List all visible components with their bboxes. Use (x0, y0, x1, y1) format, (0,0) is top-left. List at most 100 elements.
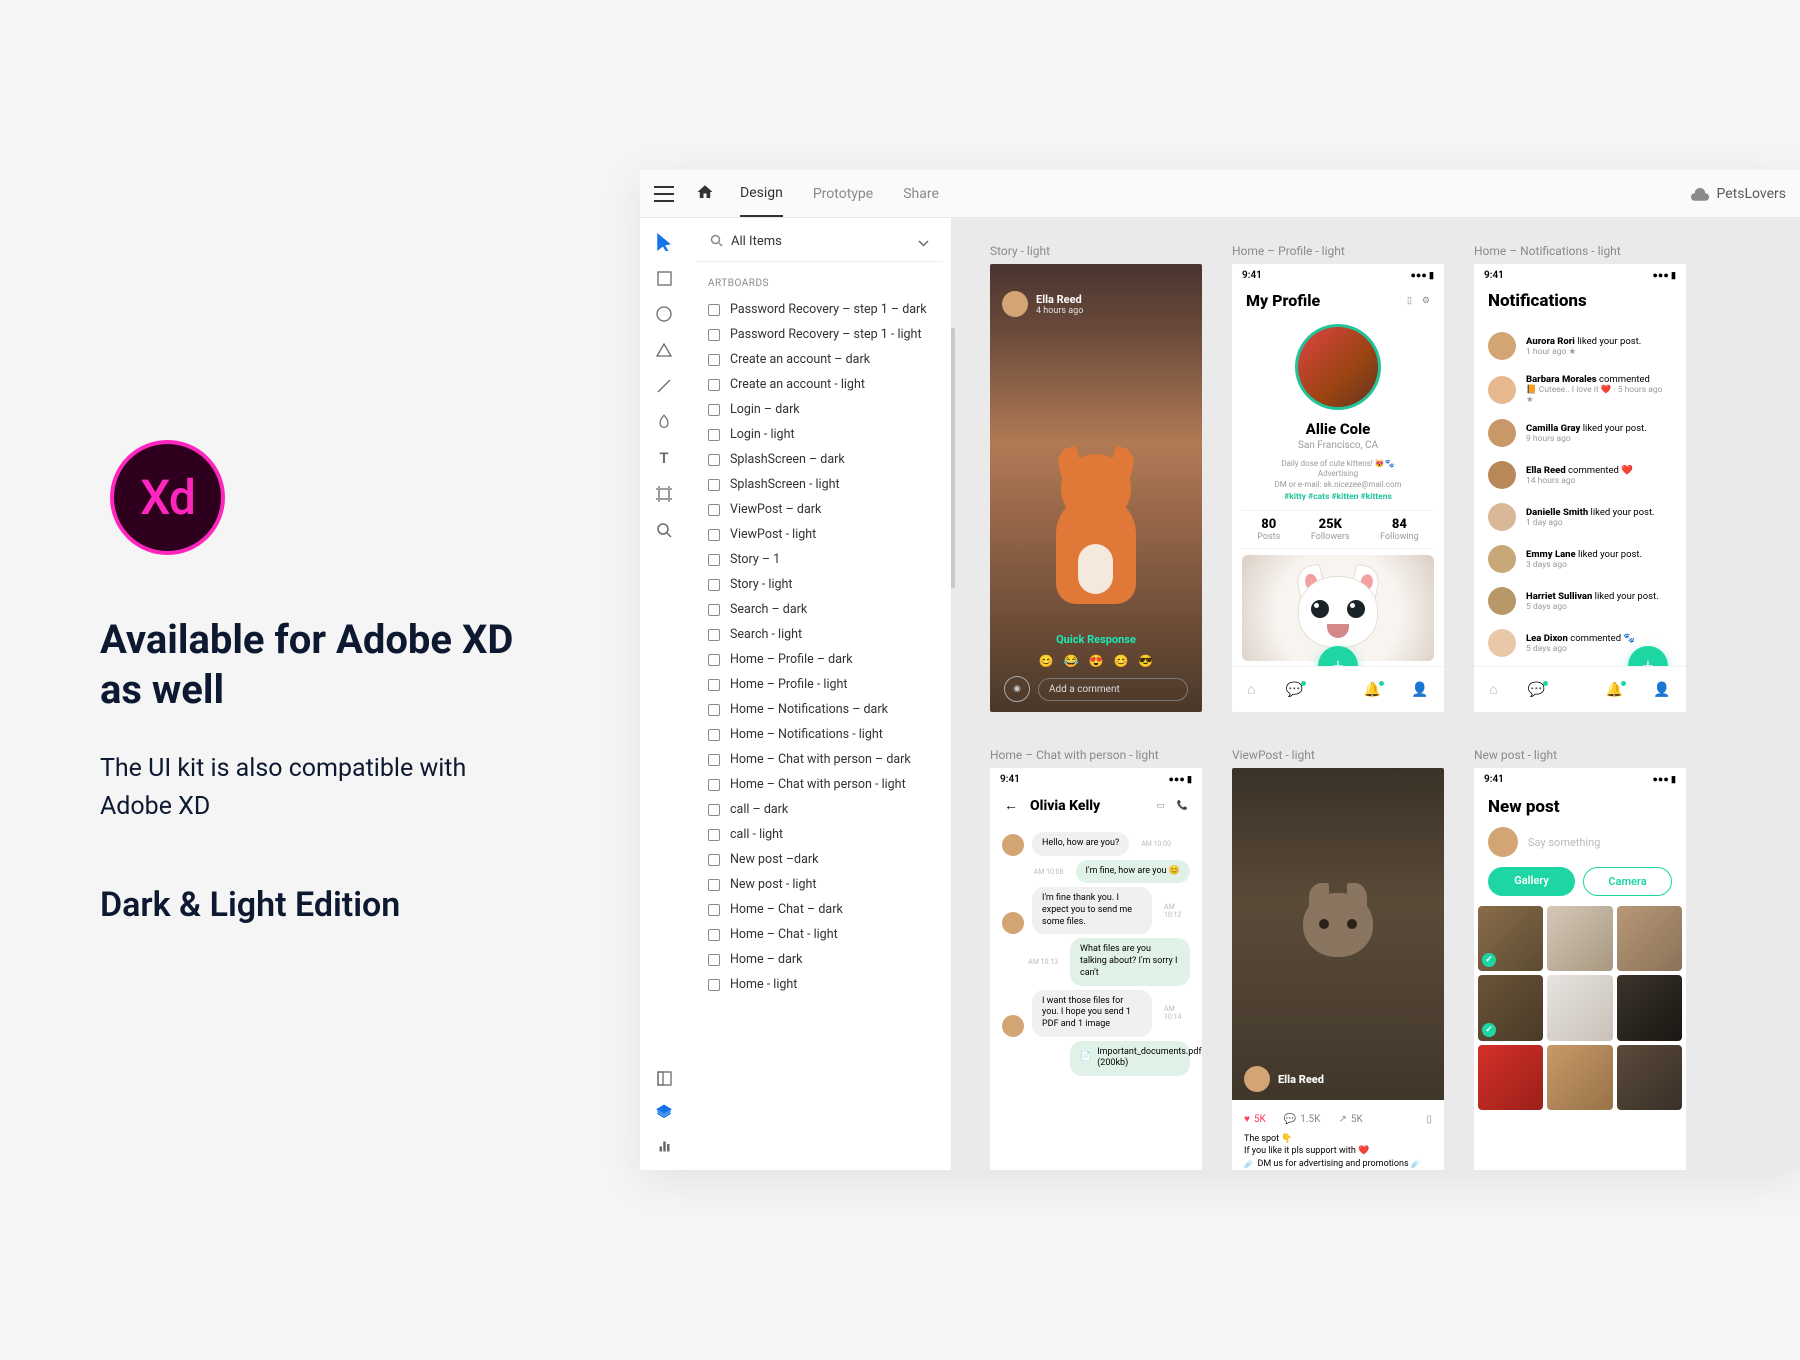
back-icon[interactable]: ← (1004, 797, 1018, 814)
artboard-chat-light[interactable]: Home – Chat with person - light 9:41●●● … (990, 748, 1202, 1170)
stat-posts[interactable]: 80Posts (1257, 517, 1280, 542)
artboard-layer-item[interactable]: SplashScreen – dark (688, 447, 951, 472)
tab-camera[interactable]: Camera (1583, 867, 1672, 896)
nav-home-icon[interactable]: ⌂ (1489, 681, 1497, 698)
settings-icon[interactable]: ⚙ (1422, 296, 1430, 306)
artboard-layer-item[interactable]: Home – Profile - light (688, 672, 951, 697)
message-in[interactable]: Hello, how are you?AM 10:00 (1002, 832, 1190, 856)
artboard-layer-item[interactable]: Home – Chat – dark (688, 897, 951, 922)
artboard-viewpost-light[interactable]: ViewPost - light 9:41●●● ▮ Ella Reed (1232, 748, 1444, 1170)
artboard-layer-item[interactable]: Home – Chat with person - light (688, 772, 951, 797)
share-button[interactable]: ↗ 5K (1338, 1114, 1362, 1125)
message-out[interactable]: AM 10:08I'm fine, how are you 😊 (1002, 860, 1190, 884)
message-in[interactable]: I'm fine thank you. I expect you to send… (1002, 887, 1190, 934)
message-file[interactable]: 📄Important_documents.pdf (200kb)⬇ (1002, 1041, 1190, 1076)
artboard-layer-item[interactable]: call – dark (688, 797, 951, 822)
camera-icon[interactable]: ◉ (1004, 676, 1030, 702)
emoji-reactions[interactable]: 😊😂😍😊😎 (1039, 654, 1154, 668)
file-name[interactable]: PetsLovers (1691, 186, 1786, 202)
stat-followers[interactable]: 25KFollowers (1311, 517, 1350, 542)
tab-share[interactable]: Share (903, 172, 939, 216)
artboard-layer-item[interactable]: New post –dark (688, 847, 951, 872)
gallery-thumb[interactable]: ✓ (1478, 975, 1543, 1040)
gallery-thumb[interactable] (1547, 906, 1612, 971)
artboard-layer-item[interactable]: Create an account - light (688, 372, 951, 397)
artboard-layer-item[interactable]: Home – Chat with person – dark (688, 747, 951, 772)
polygon-tool-icon[interactable] (654, 340, 674, 360)
pen-tool-icon[interactable] (654, 412, 674, 432)
scroll-thumb[interactable] (951, 328, 955, 588)
notification-item[interactable]: Camilla Gray liked your post.9 hours ago (1474, 412, 1686, 454)
ellipse-tool-icon[interactable] (654, 304, 674, 324)
profile-hashtags[interactable]: #kitty #cats #kitten #kittens (1232, 492, 1444, 502)
text-tool-icon[interactable]: T (654, 448, 674, 468)
artboard-layer-item[interactable]: Password Recovery – step 1 – dark (688, 297, 951, 322)
artboard-layer-item[interactable]: Story – 1 (688, 547, 951, 572)
notification-item[interactable]: Emmy Lane liked your post.3 days ago (1474, 538, 1686, 580)
artboard-layer-item[interactable]: Home – Notifications - light (688, 722, 951, 747)
post-input[interactable]: Say something (1528, 836, 1600, 849)
bookmark-button[interactable]: ▯ (1426, 1114, 1432, 1125)
artboard-layer-item[interactable]: Home - light (688, 972, 951, 997)
tab-gallery[interactable]: Gallery (1488, 867, 1575, 896)
gallery-thumb[interactable] (1478, 1045, 1543, 1110)
tab-prototype[interactable]: Prototype (813, 172, 873, 216)
nav-bell-icon[interactable]: 🔔 (1606, 682, 1623, 698)
notification-item[interactable]: Ella Reed commented ❤️14 hours ago (1474, 454, 1686, 496)
nav-chat-icon[interactable]: 💬 (1528, 682, 1545, 698)
assets-panel-icon[interactable] (654, 1068, 674, 1088)
nav-profile-icon[interactable]: 👤 (1411, 682, 1428, 698)
like-button[interactable]: ♥ 5K (1244, 1114, 1266, 1125)
post-author-avatar[interactable] (1244, 1066, 1270, 1092)
video-call-icon[interactable]: ▭ (1156, 801, 1165, 811)
layers-panel-icon[interactable] (654, 1102, 674, 1122)
artboard-layer-item[interactable]: Login – dark (688, 397, 951, 422)
hamburger-icon[interactable] (654, 186, 674, 202)
artboard-layer-item[interactable]: ViewPost – dark (688, 497, 951, 522)
artboard-newpost-light[interactable]: New post - light 9:41●●● ▮ New post Say … (1474, 748, 1686, 1170)
artboard-layer-item[interactable]: Search – dark (688, 597, 951, 622)
artboard-layer-item[interactable]: New post - light (688, 872, 951, 897)
stat-following[interactable]: 84Following (1380, 517, 1419, 542)
plugins-panel-icon[interactable] (654, 1136, 674, 1156)
bookmark-icon[interactable]: ▯ (1407, 296, 1412, 306)
comment-input[interactable]: Add a comment (1038, 678, 1188, 701)
gallery-thumb[interactable] (1547, 975, 1612, 1040)
line-tool-icon[interactable] (654, 376, 674, 396)
artboard-layer-item[interactable]: Home – dark (688, 947, 951, 972)
comment-button[interactable]: 💬 1.5K (1284, 1114, 1321, 1125)
artboard-layer-item[interactable]: SplashScreen - light (688, 472, 951, 497)
gallery-thumb[interactable] (1617, 1045, 1682, 1110)
artboard-layer-item[interactable]: call - light (688, 822, 951, 847)
nav-profile-icon[interactable]: 👤 (1653, 682, 1670, 698)
notification-item[interactable]: Aurora Rori liked your post.1 hour ago ★ (1474, 325, 1686, 367)
profile-avatar[interactable] (1295, 324, 1381, 410)
rectangle-tool-icon[interactable] (654, 268, 674, 288)
artboard-layer-item[interactable]: Password Recovery – step 1 - light (688, 322, 951, 347)
artboard-profile-light[interactable]: Home – Profile - light 9:41●●● ▮ My Prof… (1232, 244, 1444, 712)
layers-search[interactable]: All Items (696, 228, 943, 262)
zoom-tool-icon[interactable] (654, 520, 674, 540)
canvas[interactable]: Story - light 9:41●●● ▮ Ella Reed 4 hour… (952, 218, 1800, 1170)
gallery-thumb[interactable] (1617, 906, 1682, 971)
phone-icon[interactable]: 📞 (1177, 801, 1188, 811)
artboard-layer-item[interactable]: Story - light (688, 572, 951, 597)
artboard-layer-item[interactable]: Login - light (688, 422, 951, 447)
nav-home-icon[interactable]: ⌂ (1247, 681, 1255, 698)
notification-item[interactable]: Barbara Morales commented📙 Cuteee.. I lo… (1474, 367, 1686, 412)
artboard-notifications-light[interactable]: Home – Notifications - light 9:41●●● ▮ N… (1474, 244, 1686, 712)
artboard-layer-item[interactable]: Home – Profile – dark (688, 647, 951, 672)
tab-design[interactable]: Design (740, 171, 783, 217)
gallery-thumb[interactable] (1547, 1045, 1612, 1110)
artboard-layer-item[interactable]: ViewPost - light (688, 522, 951, 547)
message-in[interactable]: I want those files for you. I hope you s… (1002, 990, 1190, 1037)
home-icon[interactable] (696, 183, 714, 205)
artboard-tool-icon[interactable] (654, 484, 674, 504)
artboard-layer-item[interactable]: Home – Chat - light (688, 922, 951, 947)
nav-bell-icon[interactable]: 🔔 (1364, 682, 1381, 698)
artboard-layer-item[interactable]: Create an account – dark (688, 347, 951, 372)
notification-item[interactable]: Danielle Smith liked your post.1 day ago (1474, 496, 1686, 538)
notification-item[interactable]: Harriet Sullivan liked your post.5 days … (1474, 580, 1686, 622)
artboard-layer-item[interactable]: Search - light (688, 622, 951, 647)
artboard-story-light[interactable]: Story - light 9:41●●● ▮ Ella Reed 4 hour… (990, 244, 1202, 712)
